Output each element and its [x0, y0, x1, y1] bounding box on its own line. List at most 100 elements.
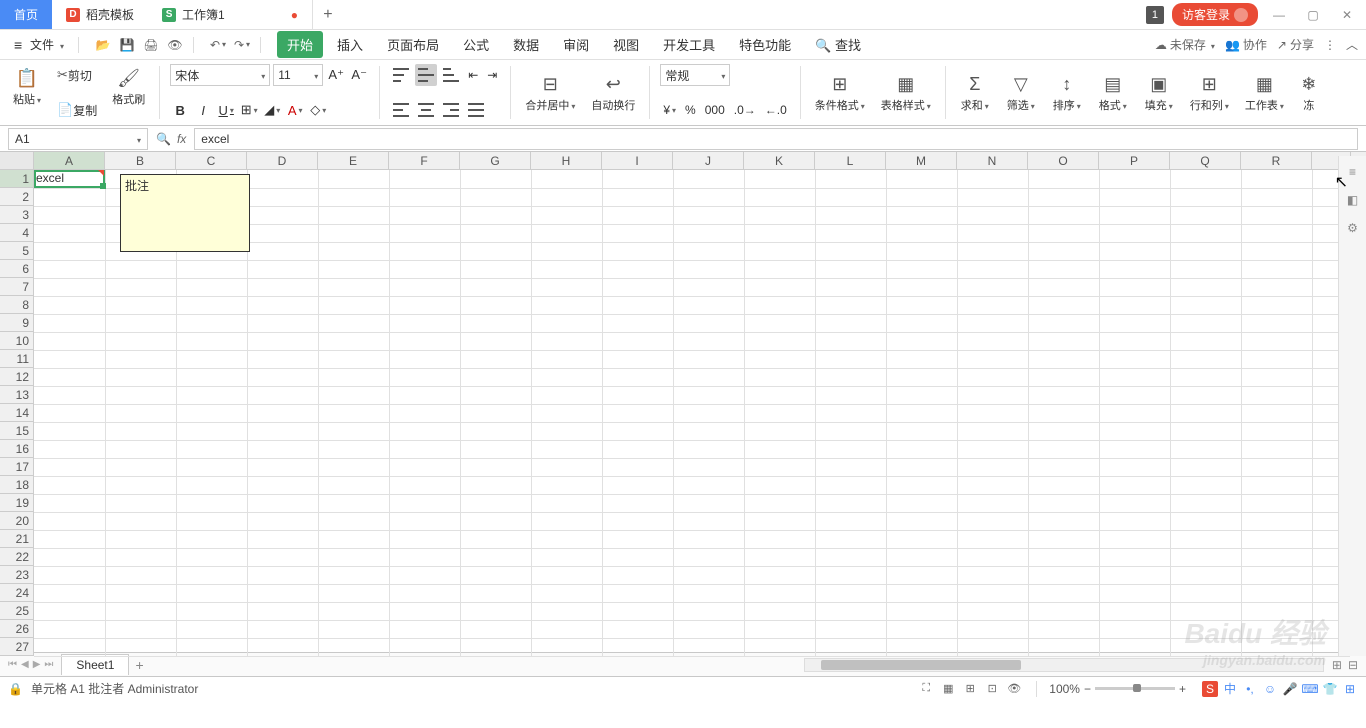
conditional-format-button[interactable]: ⊞条件格式	[811, 64, 869, 121]
col-header-Q[interactable]: Q	[1170, 152, 1241, 169]
merge-button[interactable]: ⊟合并居中	[521, 64, 579, 121]
tab-layout[interactable]: 页面布局	[377, 31, 449, 58]
align-justify-button[interactable]	[465, 99, 487, 121]
tab-developer[interactable]: 开发工具	[653, 31, 725, 58]
freeze-button[interactable]: ❄冻	[1296, 64, 1322, 121]
tab-formula[interactable]: 公式	[453, 31, 499, 58]
ime-zh-icon[interactable]: 中	[1222, 681, 1238, 697]
unsaved-indicator[interactable]: ☁ 未保存	[1155, 36, 1215, 53]
ime-punct-icon[interactable]: •,	[1242, 681, 1258, 697]
col-header-B[interactable]: B	[105, 152, 176, 169]
row-header-20[interactable]: 20	[0, 512, 33, 530]
fx-button[interactable]: fx	[177, 132, 186, 146]
share-button[interactable]: ↗ 分享	[1277, 36, 1314, 53]
view-normal-button[interactable]: ▦	[938, 680, 958, 698]
tab-review[interactable]: 审阅	[553, 31, 599, 58]
col-header-R[interactable]: R	[1241, 152, 1312, 169]
align-top-button[interactable]	[390, 64, 412, 86]
col-header-H[interactable]: H	[531, 152, 602, 169]
fill-color-button[interactable]: ◢	[262, 99, 282, 121]
font-color-button[interactable]: A	[285, 99, 305, 121]
row-header-27[interactable]: 27	[0, 638, 33, 656]
increase-decimal-button[interactable]: .0→	[731, 99, 759, 121]
ime-skin-icon[interactable]: 👕	[1322, 681, 1338, 697]
row-header-7[interactable]: 7	[0, 278, 33, 296]
table-style-button[interactable]: ▦表格样式	[877, 64, 935, 121]
indent-decrease-button[interactable]: ⇤	[465, 64, 481, 86]
cells-area[interactable]: excel 批注	[34, 170, 1350, 656]
sheet-last-button[interactable]: ⏭	[44, 659, 53, 670]
col-header-K[interactable]: K	[744, 152, 815, 169]
row-header-24[interactable]: 24	[0, 584, 33, 602]
col-header-D[interactable]: D	[247, 152, 318, 169]
add-sheet-button[interactable]: +	[135, 657, 143, 673]
ime-sogou-icon[interactable]: S	[1202, 681, 1218, 697]
col-header-M[interactable]: M	[886, 152, 957, 169]
collab-button[interactable]: 👥 协作	[1225, 36, 1267, 53]
filter-button[interactable]: ▽筛选	[1002, 64, 1040, 121]
view-break-button[interactable]: ⊡	[982, 680, 1002, 698]
underline-button[interactable]: U	[216, 99, 236, 121]
row-header-25[interactable]: 25	[0, 602, 33, 620]
row-header-4[interactable]: 4	[0, 224, 33, 242]
align-middle-button[interactable]	[415, 64, 437, 86]
grid-mode2-icon[interactable]: ⊟	[1348, 658, 1358, 672]
align-left-button[interactable]	[390, 99, 412, 121]
sp-collapse-icon[interactable]: ≡	[1343, 162, 1363, 182]
select-all-corner[interactable]	[0, 152, 34, 170]
sheet-prev-button[interactable]: ◀	[21, 659, 29, 670]
print-button[interactable]: 🖨	[141, 35, 161, 55]
tab-view[interactable]: 视图	[603, 31, 649, 58]
maximize-button[interactable]: ▢	[1300, 5, 1326, 25]
tab-add-button[interactable]: +	[313, 0, 343, 29]
number-format-combo[interactable]: 常规	[660, 64, 730, 86]
tab-special[interactable]: 特色功能	[729, 31, 801, 58]
zoom-in-button[interactable]: +	[1179, 682, 1186, 696]
tab-data[interactable]: 数据	[503, 31, 549, 58]
sp-select-icon[interactable]: ◧	[1343, 190, 1363, 210]
align-bottom-button[interactable]	[440, 64, 462, 86]
currency-button[interactable]: ¥	[660, 99, 679, 121]
col-header-G[interactable]: G	[460, 152, 531, 169]
copy-button[interactable]: 📄 复制	[54, 99, 100, 121]
search-menu[interactable]: 🔍 查找	[805, 31, 871, 58]
clear-format-button[interactable]: ◇	[308, 99, 328, 121]
sp-property-icon[interactable]: ⚙	[1343, 218, 1363, 238]
view-page-button[interactable]: ⊞	[960, 680, 980, 698]
row-header-8[interactable]: 8	[0, 296, 33, 314]
undo-button[interactable]: ↶	[208, 35, 228, 55]
zoom-out-button[interactable]: −	[1084, 682, 1091, 696]
row-header-15[interactable]: 15	[0, 422, 33, 440]
save-button[interactable]: 💾	[117, 35, 137, 55]
ime-emoji-icon[interactable]: ☺	[1262, 681, 1278, 697]
col-header-N[interactable]: N	[957, 152, 1028, 169]
zoom-slider[interactable]	[1095, 687, 1175, 690]
format-button[interactable]: ▤格式	[1094, 64, 1132, 121]
row-header-19[interactable]: 19	[0, 494, 33, 512]
row-header-6[interactable]: 6	[0, 260, 33, 278]
col-header-F[interactable]: F	[389, 152, 460, 169]
row-header-18[interactable]: 18	[0, 476, 33, 494]
rowcol-button[interactable]: ⊞行和列	[1186, 64, 1233, 121]
row-header-3[interactable]: 3	[0, 206, 33, 224]
format-painter-button[interactable]: 🖌 格式刷	[108, 64, 149, 109]
paste-button[interactable]: 📋 粘贴	[8, 64, 46, 109]
col-header-J[interactable]: J	[673, 152, 744, 169]
font-size-combo[interactable]: 11	[273, 64, 323, 86]
tab-insert[interactable]: 插入	[327, 31, 373, 58]
bold-button[interactable]: B	[170, 99, 190, 121]
cut-button[interactable]: ✂ 剪切	[54, 64, 95, 86]
minimize-button[interactable]: —	[1266, 5, 1292, 25]
zoom-value[interactable]: 100%	[1049, 682, 1080, 696]
row-header-26[interactable]: 26	[0, 620, 33, 638]
lock-icon[interactable]: 🔒	[8, 682, 23, 696]
decrease-font-button[interactable]: A⁻	[349, 64, 369, 86]
read-mode-button[interactable]: 👁	[1004, 680, 1024, 698]
sum-button[interactable]: Σ求和	[956, 64, 994, 121]
row-header-17[interactable]: 17	[0, 458, 33, 476]
formula-input[interactable]: excel	[194, 128, 1358, 150]
row-header-9[interactable]: 9	[0, 314, 33, 332]
hscroll-thumb[interactable]	[821, 660, 1021, 670]
worksheet-button[interactable]: ▦工作表	[1241, 64, 1288, 121]
sort-button[interactable]: ↕排序	[1048, 64, 1086, 121]
